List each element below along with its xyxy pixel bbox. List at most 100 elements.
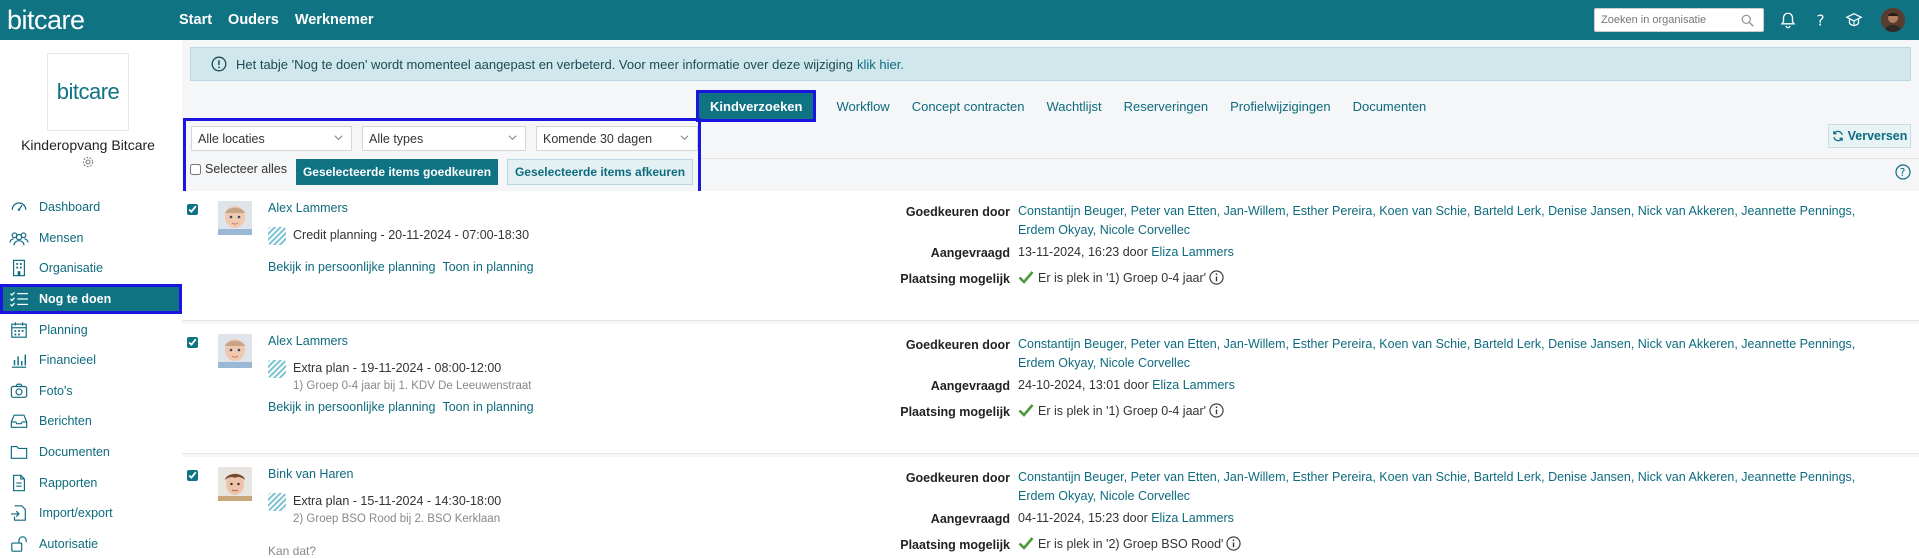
help-icon[interactable]: ? — [1809, 8, 1833, 32]
building-icon — [9, 258, 29, 278]
tab-workflow[interactable]: Workflow — [825, 92, 900, 120]
sidebar-item-fotos[interactable]: Foto's — [0, 376, 182, 407]
placement-label: Plaatsing mogelijk — [900, 272, 1010, 286]
striped-plan-icon — [268, 493, 286, 511]
chevron-down-icon — [508, 135, 517, 141]
type-select[interactable]: Alle types — [362, 126, 526, 151]
child-name[interactable]: Alex Lammers — [268, 201, 348, 215]
refresh-button[interactable]: Verversen — [1828, 124, 1911, 148]
requested-by-link[interactable]: Eliza Lammers — [1152, 378, 1235, 392]
approvers-label: Goedkeuren door — [905, 205, 1010, 219]
show-in-planning-link[interactable]: Toon in planning — [442, 260, 533, 274]
sidebar-item-label: Organisatie — [39, 261, 103, 276]
approve-selected-button[interactable]: Geselecteerde items goedkeuren — [296, 159, 498, 185]
sidebar-item-berichten[interactable]: Berichten — [0, 406, 182, 437]
requested-by-link[interactable]: Eliza Lammers — [1151, 511, 1234, 525]
placement-text: Er is plek in '1) Groep 0-4 jaar' — [1038, 271, 1207, 285]
search-input[interactable] — [1601, 14, 1741, 26]
sidebar-item-dashboard[interactable]: Dashboard — [0, 192, 182, 223]
period-select-value: Komende 30 dagen — [543, 131, 653, 146]
info-circle-icon[interactable] — [1226, 536, 1242, 551]
approvers-line2[interactable]: Erdem Okyay, Nicole Corvellec — [1018, 223, 1190, 237]
sidebar-item-nog-te-doen[interactable]: Nog te doen — [0, 283, 182, 315]
requested-label: Aangevraagd — [930, 512, 1010, 526]
striped-plan-icon — [268, 360, 286, 378]
select-all-checkbox[interactable] — [190, 163, 201, 175]
approvers-line1[interactable]: Constantijn Beuger, Peter van Etten, Jan… — [1018, 470, 1855, 484]
tab-wachtlijst[interactable]: Wachtlijst — [1035, 92, 1112, 120]
sidebar-item-documenten[interactable]: Documenten — [0, 437, 182, 468]
request-checkbox[interactable] — [187, 204, 198, 215]
bell-icon[interactable] — [1776, 8, 1800, 32]
sidebar-item-autorisatie[interactable]: Autorisatie — [0, 529, 182, 558]
view-personal-planning-link[interactable]: Bekijk in persoonlijke planning — [268, 400, 435, 414]
approvers-line2[interactable]: Erdem Okyay, Nicole Corvellec — [1018, 489, 1190, 503]
request-note: Kan dat? — [268, 544, 317, 558]
select-all[interactable]: Selecteer alles — [190, 162, 287, 176]
lock-icon — [9, 534, 29, 554]
main-content: Het tabje 'Nog te doen' wordt momenteel … — [182, 40, 1919, 558]
svg-text:?: ? — [1817, 11, 1825, 29]
tab-reserveringen[interactable]: Reserveringen — [1113, 92, 1220, 120]
folder-icon — [9, 442, 29, 462]
row-links: Bekijk in persoonlijke planning Toon in … — [268, 400, 534, 414]
sidebar: bitcare Kinderopvang Bitcare Dashboard M… — [0, 40, 182, 558]
filter-panel: Alle locaties Alle types Komende 30 dage… — [183, 118, 701, 195]
tab-profielwijzigingen[interactable]: Profielwijzigingen — [1219, 92, 1341, 120]
child-name[interactable]: Bink van Haren — [268, 467, 353, 481]
select-all-label: Selecteer alles — [205, 162, 287, 176]
tab-kindverzoeken[interactable]: Kindverzoeken — [695, 90, 817, 122]
requested-value: 04-11-2024, 15:23 door Eliza Lammers — [1018, 509, 1234, 528]
tab-documenten[interactable]: Documenten — [1342, 92, 1438, 120]
org-logo: bitcare — [47, 53, 129, 131]
sidebar-item-organisatie[interactable]: Organisatie — [0, 253, 182, 284]
requested-by-link[interactable]: Eliza Lammers — [1151, 245, 1234, 259]
location-select[interactable]: Alle locaties — [191, 126, 352, 151]
approvers-value: Constantijn Beuger, Peter van Etten, Jan… — [1018, 335, 1855, 373]
row-links: Bekijk in persoonlijke planning Toon in … — [268, 260, 534, 274]
show-in-planning-link[interactable]: Toon in planning — [442, 400, 533, 414]
info-notice: Het tabje 'Nog te doen' wordt momenteel … — [190, 47, 1911, 81]
requested-value: 13-11-2024, 16:23 door Eliza Lammers — [1018, 243, 1234, 262]
sidebar-item-rapporten[interactable]: Rapporten — [0, 467, 182, 498]
notice-link[interactable]: klik hier. — [857, 57, 904, 72]
check-icon — [1018, 537, 1034, 550]
request-row: Alex Lammers Credit planning - 20-11-202… — [182, 191, 1919, 321]
tab-concept-contracten[interactable]: Concept contracten — [901, 92, 1036, 120]
location-select-value: Alle locaties — [198, 131, 265, 146]
request-checkbox[interactable] — [187, 470, 198, 481]
brand-logo[interactable]: bitcare — [7, 5, 179, 36]
view-personal-planning-link[interactable]: Bekijk in persoonlijke planning — [268, 260, 435, 274]
reject-selected-button[interactable]: Geselecteerde items afkeuren — [507, 159, 693, 185]
top-nav-start[interactable]: Start — [179, 12, 212, 28]
request-plan: Extra plan - 19-11-2024 - 08:00-12:00 — [293, 361, 502, 375]
approvers-line1[interactable]: Constantijn Beuger, Peter van Etten, Jan… — [1018, 204, 1855, 218]
info-circle-icon[interactable] — [1209, 270, 1224, 285]
sidebar-item-financieel[interactable]: Financieel — [0, 345, 182, 376]
top-bar: bitcare Start Ouders Werknemer ? — [0, 0, 1919, 40]
child-name[interactable]: Alex Lammers — [268, 334, 348, 348]
request-checkbox[interactable] — [187, 337, 198, 348]
info-circle-icon[interactable] — [1209, 403, 1224, 418]
child-photo — [218, 467, 252, 501]
sidebar-item-label: Mensen — [39, 230, 84, 245]
approvers-line1[interactable]: Constantijn Beuger, Peter van Etten, Jan… — [1018, 337, 1855, 351]
top-nav-ouders[interactable]: Ouders — [228, 12, 279, 28]
placement-label: Plaatsing mogelijk — [900, 405, 1010, 419]
gear-icon[interactable] — [81, 155, 95, 169]
top-nav-werknemer[interactable]: Werknemer — [295, 12, 374, 28]
graduation-icon[interactable] — [1842, 8, 1866, 32]
sidebar-item-mensen[interactable]: Mensen — [0, 223, 182, 254]
sidebar-item-planning[interactable]: Planning — [0, 314, 182, 345]
help-circle-icon[interactable]: ? — [1895, 164, 1911, 180]
placement-value: Er is plek in '1) Groep 0-4 jaar' — [1018, 269, 1224, 288]
user-avatar[interactable] — [1881, 8, 1905, 32]
approvers-line2[interactable]: Erdem Okyay, Nicole Corvellec — [1018, 356, 1190, 370]
sidebar-item-label: Import/export — [39, 506, 113, 521]
search-icon[interactable] — [1741, 14, 1754, 27]
sidebar-item-import-export[interactable]: Import/export — [0, 498, 182, 529]
check-icon — [1018, 271, 1034, 284]
period-select[interactable]: Komende 30 dagen — [536, 126, 698, 151]
placement-label: Plaatsing mogelijk — [900, 538, 1010, 552]
approvers-label: Goedkeuren door — [905, 338, 1010, 352]
